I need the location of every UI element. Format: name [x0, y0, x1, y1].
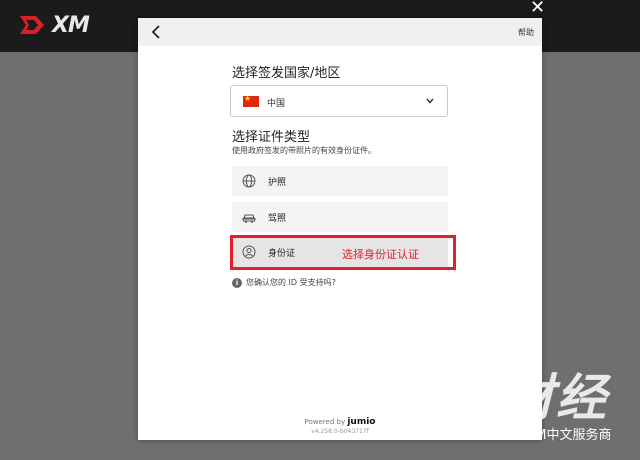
logo-text: XM [52, 12, 90, 38]
country-section-title: 选择签发国家/地区 [232, 66, 341, 81]
watermark-account: ◎ XM中文服务商 [512, 424, 611, 443]
powered-by-prefix: Powered by [304, 418, 346, 426]
watermark-account-text: XM中文服务商 [526, 428, 612, 443]
option-drivers-license[interactable]: 驾照 [232, 202, 448, 232]
info-icon: i [232, 277, 242, 288]
wechat-icon: ◎ [512, 426, 524, 441]
id-support-help[interactable]: i 您确认您的 ID 受支持吗? [232, 277, 336, 288]
china-flag-icon: ★ [243, 94, 259, 107]
document-section-title: 选择证件类型 [232, 130, 311, 145]
globe-icon [242, 174, 256, 188]
modal-header: 帮助 [138, 18, 542, 46]
xm-logo-mark-icon [20, 16, 44, 34]
back-arrow-icon[interactable] [148, 23, 166, 41]
close-icon[interactable]: ✕ [530, 0, 546, 17]
country-selected-value: 中国 [267, 99, 286, 109]
option-passport-label: 护照 [268, 178, 287, 188]
car-icon [242, 214, 256, 223]
document-section-subtitle: 使用政府签发的带照片的有效身份证件。 [232, 146, 376, 155]
option-passport[interactable]: 护照 [232, 166, 448, 196]
annotation-text: 选择身份证认证 [342, 248, 419, 261]
id-support-help-text: 您确认您的 ID 受支持吗? [246, 278, 336, 287]
jumio-brand: jumio [347, 417, 376, 427]
country-select[interactable]: ★ 中国 [230, 85, 448, 117]
xm-logo: XM [18, 12, 90, 38]
help-link[interactable]: 帮助 [518, 27, 534, 38]
chevron-down-icon [426, 98, 434, 104]
option-drivers-license-label: 驾照 [268, 214, 287, 224]
